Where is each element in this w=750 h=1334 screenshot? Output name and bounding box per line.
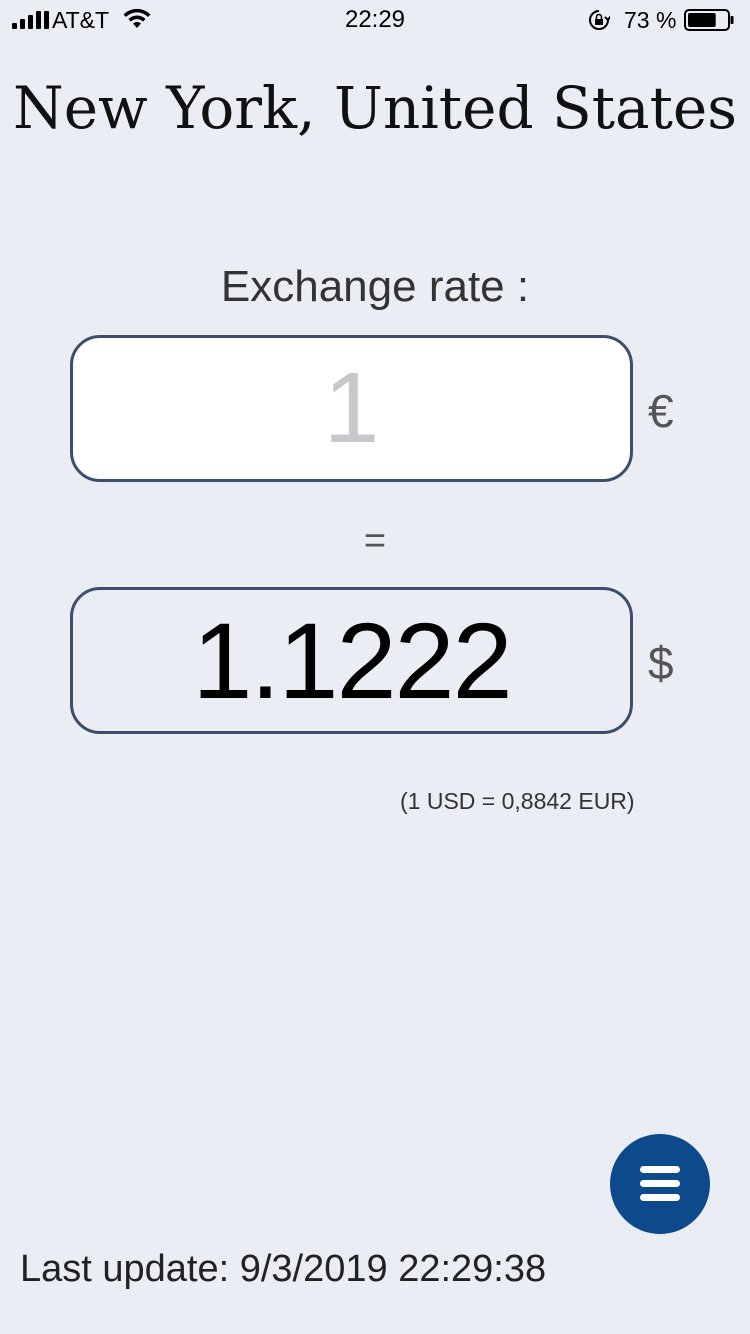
euro-amount-value: 1 [323, 352, 380, 464]
conversion-rate-note: (1 USD = 0,8842 EUR) [400, 788, 635, 814]
dollar-amount-value: 1.1222 [192, 600, 512, 721]
city-title: New York, United States [12, 74, 738, 142]
menu-button[interactable] [610, 1134, 710, 1234]
dollar-amount-result[interactable]: 1.1222 [70, 587, 633, 734]
battery-percentage: 73 % [624, 7, 677, 33]
exchange-rate-label: Exchange rate : [220, 262, 530, 311]
dollar-symbol: $ [648, 637, 674, 689]
rotation-lock-icon [589, 10, 610, 30]
equals-sign: = [363, 520, 387, 562]
euro-symbol: € [648, 385, 674, 437]
hamburger-menu-icon [640, 1166, 680, 1202]
status-bar: AT&T 22:29 73 % [0, 0, 750, 40]
battery-icon [684, 9, 734, 31]
euro-amount-input[interactable]: 1 [70, 335, 633, 482]
last-update-text: Last update: 9/3/2019 22:29:38 [20, 1248, 547, 1290]
